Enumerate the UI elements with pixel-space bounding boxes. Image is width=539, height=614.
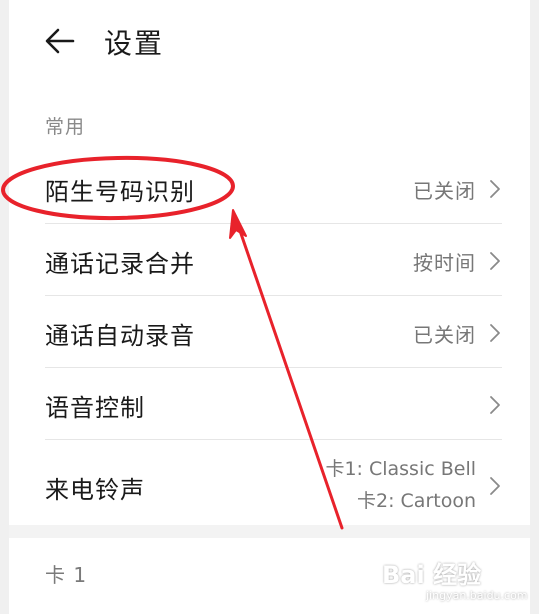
- section-label-common: 常用: [45, 116, 86, 138]
- row-auto-call-recording[interactable]: 通话自动录音 已关闭: [45, 296, 502, 368]
- row-value-ringtones: 卡1: Classic Bell 卡2: Cartoon: [325, 453, 476, 517]
- row-call-log-merge[interactable]: 通话记录合并 按时间: [45, 224, 502, 296]
- row-voice-control[interactable]: 语音控制: [45, 368, 502, 440]
- chevron-right-icon: [490, 180, 500, 198]
- back-arrow-icon[interactable]: [43, 24, 77, 58]
- chevron-right-icon: [490, 396, 500, 414]
- row-title: 通话记录合并: [45, 250, 195, 278]
- row-ringtone[interactable]: 来电铃声 卡1: Classic Bell 卡2: Cartoon: [45, 440, 502, 528]
- row-title: 来电铃声: [45, 476, 145, 504]
- row-value: 已关闭: [413, 323, 476, 347]
- row-title: 通话自动录音: [45, 322, 195, 350]
- watermark-sub: jingyan.baidu.com: [426, 589, 528, 602]
- watermark: Bai 经验 jingyan.baidu.com: [382, 553, 530, 609]
- settings-list: 陌生号码识别 已关闭 通话记录合并 按时间 通话自动录音 已关闭 语音控制 来电…: [45, 152, 502, 528]
- settings-card: 设置 常用 陌生号码识别 已关闭 通话记录合并 按时间 通话自动录音 已关闭 语…: [9, 0, 530, 525]
- header: 设置: [9, 0, 530, 84]
- chevron-right-icon: [490, 477, 500, 495]
- chevron-right-icon: [490, 324, 500, 342]
- row-title: 语音控制: [45, 394, 145, 422]
- page-title: 设置: [104, 27, 165, 60]
- watermark-main: Bai 经验: [382, 561, 482, 589]
- ringtone-sim2: 卡2: Cartoon: [357, 490, 476, 512]
- ringtone-sim1: 卡1: Classic Bell: [325, 458, 476, 480]
- row-unknown-number-identification[interactable]: 陌生号码识别 已关闭: [45, 152, 502, 224]
- row-title: 陌生号码识别: [45, 178, 195, 206]
- chevron-right-icon: [490, 252, 500, 270]
- section-label-sim1: 卡 1: [45, 563, 88, 587]
- settings-screen: 设置 常用 陌生号码识别 已关闭 通话记录合并 按时间 通话自动录音 已关闭 语…: [9, 0, 530, 614]
- row-value: 按时间: [413, 251, 476, 275]
- row-value: 已关闭: [413, 179, 476, 203]
